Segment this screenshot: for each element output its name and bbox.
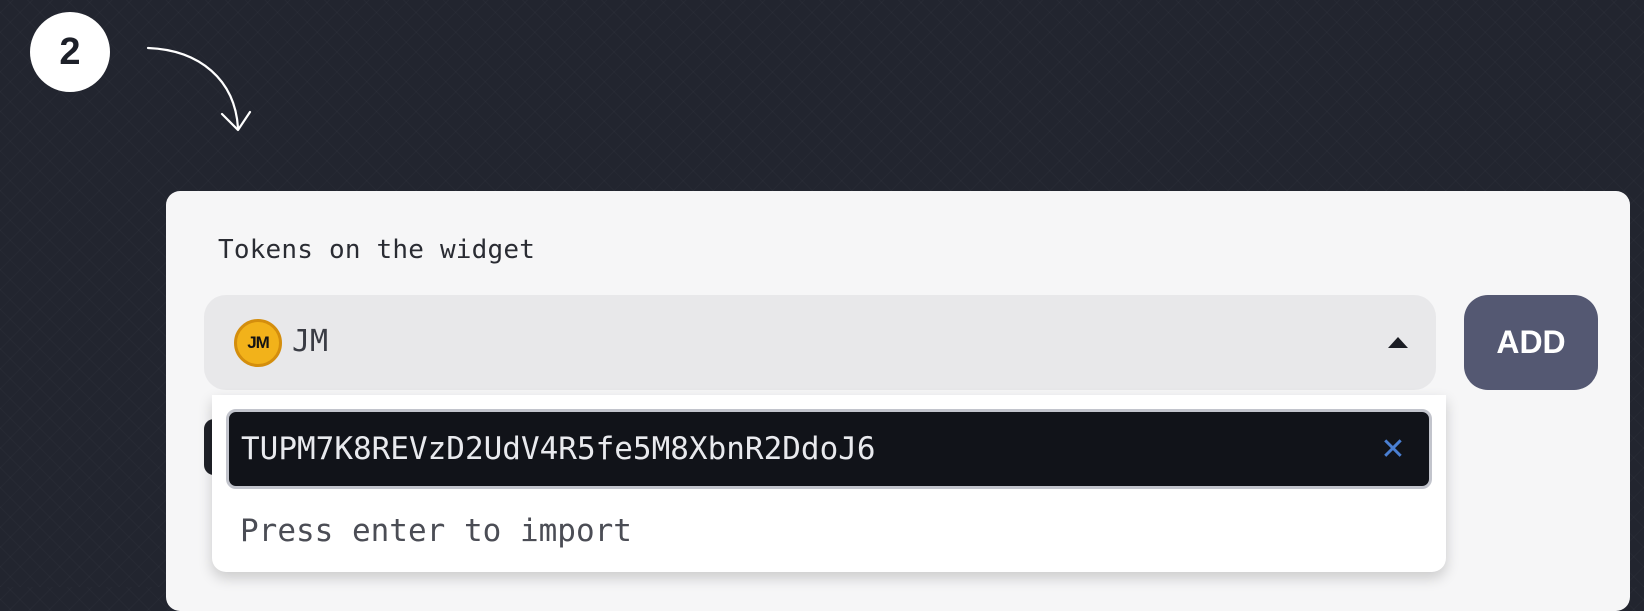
jm-token-icon: JM: [234, 319, 282, 367]
close-icon[interactable]: ✕: [1377, 434, 1409, 466]
caret-up-icon[interactable]: [1388, 337, 1408, 348]
step-number-badge: 2: [30, 12, 110, 92]
curved-arrow-icon: [146, 46, 252, 132]
selected-token-symbol: JM: [292, 324, 329, 359]
token-select[interactable]: JM JM: [204, 295, 1436, 390]
import-hint[interactable]: Press enter to import: [240, 513, 632, 549]
tokens-label: Tokens on the widget: [218, 235, 536, 265]
token-dropdown: ✕ Press enter to import: [212, 395, 1446, 572]
address-input-field[interactable]: ✕: [226, 409, 1432, 489]
token-widget-panel: Tokens on the widget JM JM ADD ✕ Press e…: [166, 191, 1630, 611]
add-button[interactable]: ADD: [1464, 295, 1598, 390]
token-address-input[interactable]: [241, 412, 1361, 486]
